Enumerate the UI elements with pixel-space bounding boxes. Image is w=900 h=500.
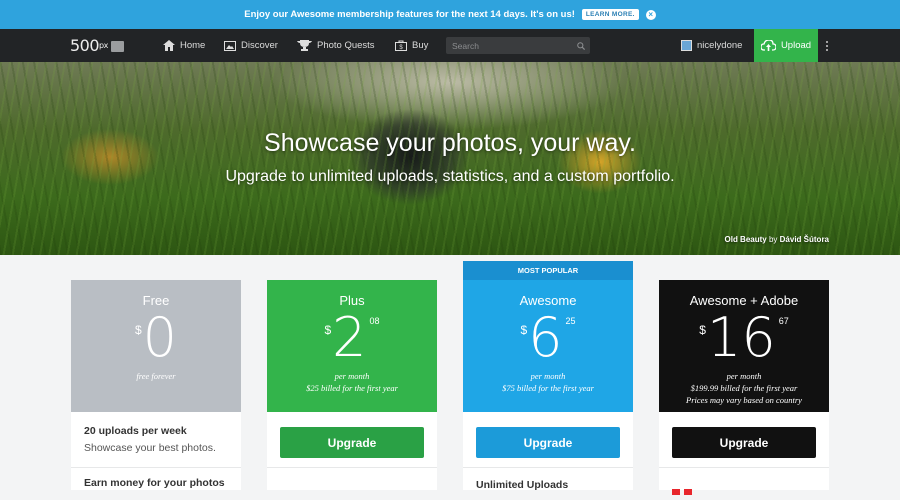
cloud-upload-icon — [760, 40, 776, 51]
plan-price: $2 08 — [267, 308, 437, 368]
plan-note-line2: $75 billed for the first year — [502, 383, 594, 393]
shopping-bag-icon: $ — [395, 40, 407, 51]
nav-photo-quests-label: Photo Quests — [317, 40, 375, 51]
plan-card-plus: Plus $2 08 per month $25 billed for the f… — [267, 280, 437, 490]
price-dollars: 0 — [142, 306, 178, 369]
learn-more-button[interactable]: LEARN MORE. — [581, 9, 639, 20]
avatar — [681, 40, 692, 51]
credit-photo-link[interactable]: Old Beauty — [725, 235, 767, 244]
search-icon — [577, 41, 585, 50]
plan-name: Plus — [339, 293, 365, 308]
search-input[interactable]: Search — [446, 37, 590, 54]
plan-header: Awesome + Adobe $16 67 per month $199.99 … — [659, 280, 829, 412]
plan-card-free: Free $0 free forever 20 uploads per week… — [71, 280, 241, 490]
divider — [463, 467, 633, 468]
upgrade-button[interactable]: Upgrade — [672, 427, 816, 458]
user-menu[interactable]: nicelydone — [681, 29, 742, 62]
menu-icon[interactable] — [110, 41, 124, 52]
nav-photo-quests[interactable]: Photo Quests — [297, 29, 375, 62]
most-popular-badge: MOST POPULAR — [463, 261, 633, 280]
hero-banner: Showcase your photos, your way. Upgrade … — [0, 62, 900, 255]
search-placeholder: Search — [452, 40, 479, 51]
price-currency: $ — [520, 323, 528, 337]
promo-banner: Enjoy our Awesome membership features fo… — [0, 0, 900, 29]
photo-credit: Old Beauty by Dávid Šútora — [725, 235, 830, 244]
logo-sup: px — [99, 41, 108, 50]
hero-title: Showcase your photos, your way. — [264, 129, 636, 157]
price-cents: 25 — [565, 316, 576, 326]
price-dollars: 16 — [706, 306, 776, 369]
logo[interactable]: 500 px — [70, 29, 124, 62]
trophy-icon — [297, 40, 312, 51]
price-dollars: 6 — [528, 306, 563, 369]
plan-name: Free — [142, 293, 170, 308]
feature-desc: Showcase your best photos. — [84, 442, 216, 454]
plan-note-line2: $199.99 billed for the first year — [690, 383, 798, 393]
top-nav: 500 px Home Discover Photo Quests $ Buy S… — [0, 29, 900, 62]
plan-card-awesome-adobe: Awesome + Adobe $16 67 per month $199.99 … — [659, 280, 829, 495]
nav-buy[interactable]: $ Buy — [395, 29, 428, 62]
home-icon — [163, 40, 175, 51]
plan-note-line2: $25 billed for the first year — [306, 383, 398, 393]
plan-note-line1: free forever — [136, 371, 176, 381]
price-currency: $ — [324, 323, 332, 337]
credit-by: by — [768, 235, 778, 244]
nav-discover[interactable]: Discover — [224, 29, 278, 62]
nav-home[interactable]: Home — [163, 29, 205, 62]
plan-price: $0 — [71, 308, 241, 368]
upload-label: Upload — [780, 40, 812, 51]
divider — [659, 467, 829, 468]
plan-header: Awesome $6 25 per month $75 billed for th… — [463, 280, 633, 412]
plan-price: $6 25 — [463, 308, 633, 368]
nav-home-label: Home — [180, 40, 206, 51]
upload-button[interactable]: Upload — [754, 29, 818, 62]
upgrade-button[interactable]: Upgrade — [280, 427, 424, 458]
image-icon — [224, 40, 236, 51]
logo-text: 500 — [70, 36, 100, 55]
plan-note: free forever — [71, 370, 241, 382]
more-options-icon[interactable] — [822, 29, 832, 62]
price-cents: 08 — [369, 316, 380, 326]
plan-header: Plus $2 08 per month $25 billed for the f… — [267, 280, 437, 412]
plan-note: per month $199.99 billed for the first y… — [659, 370, 829, 406]
credit-author-link[interactable]: Dávid Šútora — [780, 235, 829, 244]
price-currency: $ — [699, 323, 706, 337]
plan-note: per month $25 billed for the first year — [267, 370, 437, 394]
plan-card-awesome: Awesome $6 25 per month $75 billed for th… — [463, 280, 633, 491]
plan-header: Free $0 free forever — [71, 280, 241, 412]
price-currency: $ — [134, 323, 142, 337]
feature-title: Earn money for your photos — [84, 477, 225, 489]
feature-title: 20 uploads per week — [84, 425, 187, 437]
feature-title: Unlimited Uploads — [476, 479, 569, 491]
username: nicelydone — [697, 40, 743, 51]
plan-note-line1: per month — [530, 371, 566, 381]
price-dollars: 2 — [332, 306, 367, 369]
nav-buy-label: Buy — [412, 40, 429, 51]
plan-note-line1: per month — [726, 371, 762, 381]
plan-note: per month $75 billed for the first year — [463, 370, 633, 394]
hero-subtitle: Upgrade to unlimited uploads, statistics… — [225, 168, 675, 185]
plan-note-line3: Prices may vary based on country — [686, 395, 802, 405]
price-cents: 67 — [778, 316, 789, 326]
divider — [71, 467, 241, 468]
close-icon[interactable]: × — [645, 9, 656, 20]
promo-text: Enjoy our Awesome membership features fo… — [244, 9, 575, 20]
plan-price: $16 67 — [659, 308, 829, 368]
divider — [267, 467, 437, 468]
nav-discover-label: Discover — [241, 40, 278, 51]
plan-name: Awesome — [519, 293, 577, 308]
plan-name: Awesome + Adobe — [689, 293, 799, 308]
adobe-logo-icon — [672, 482, 698, 495]
upgrade-button[interactable]: Upgrade — [476, 427, 620, 458]
plan-note-line1: per month — [334, 371, 370, 381]
